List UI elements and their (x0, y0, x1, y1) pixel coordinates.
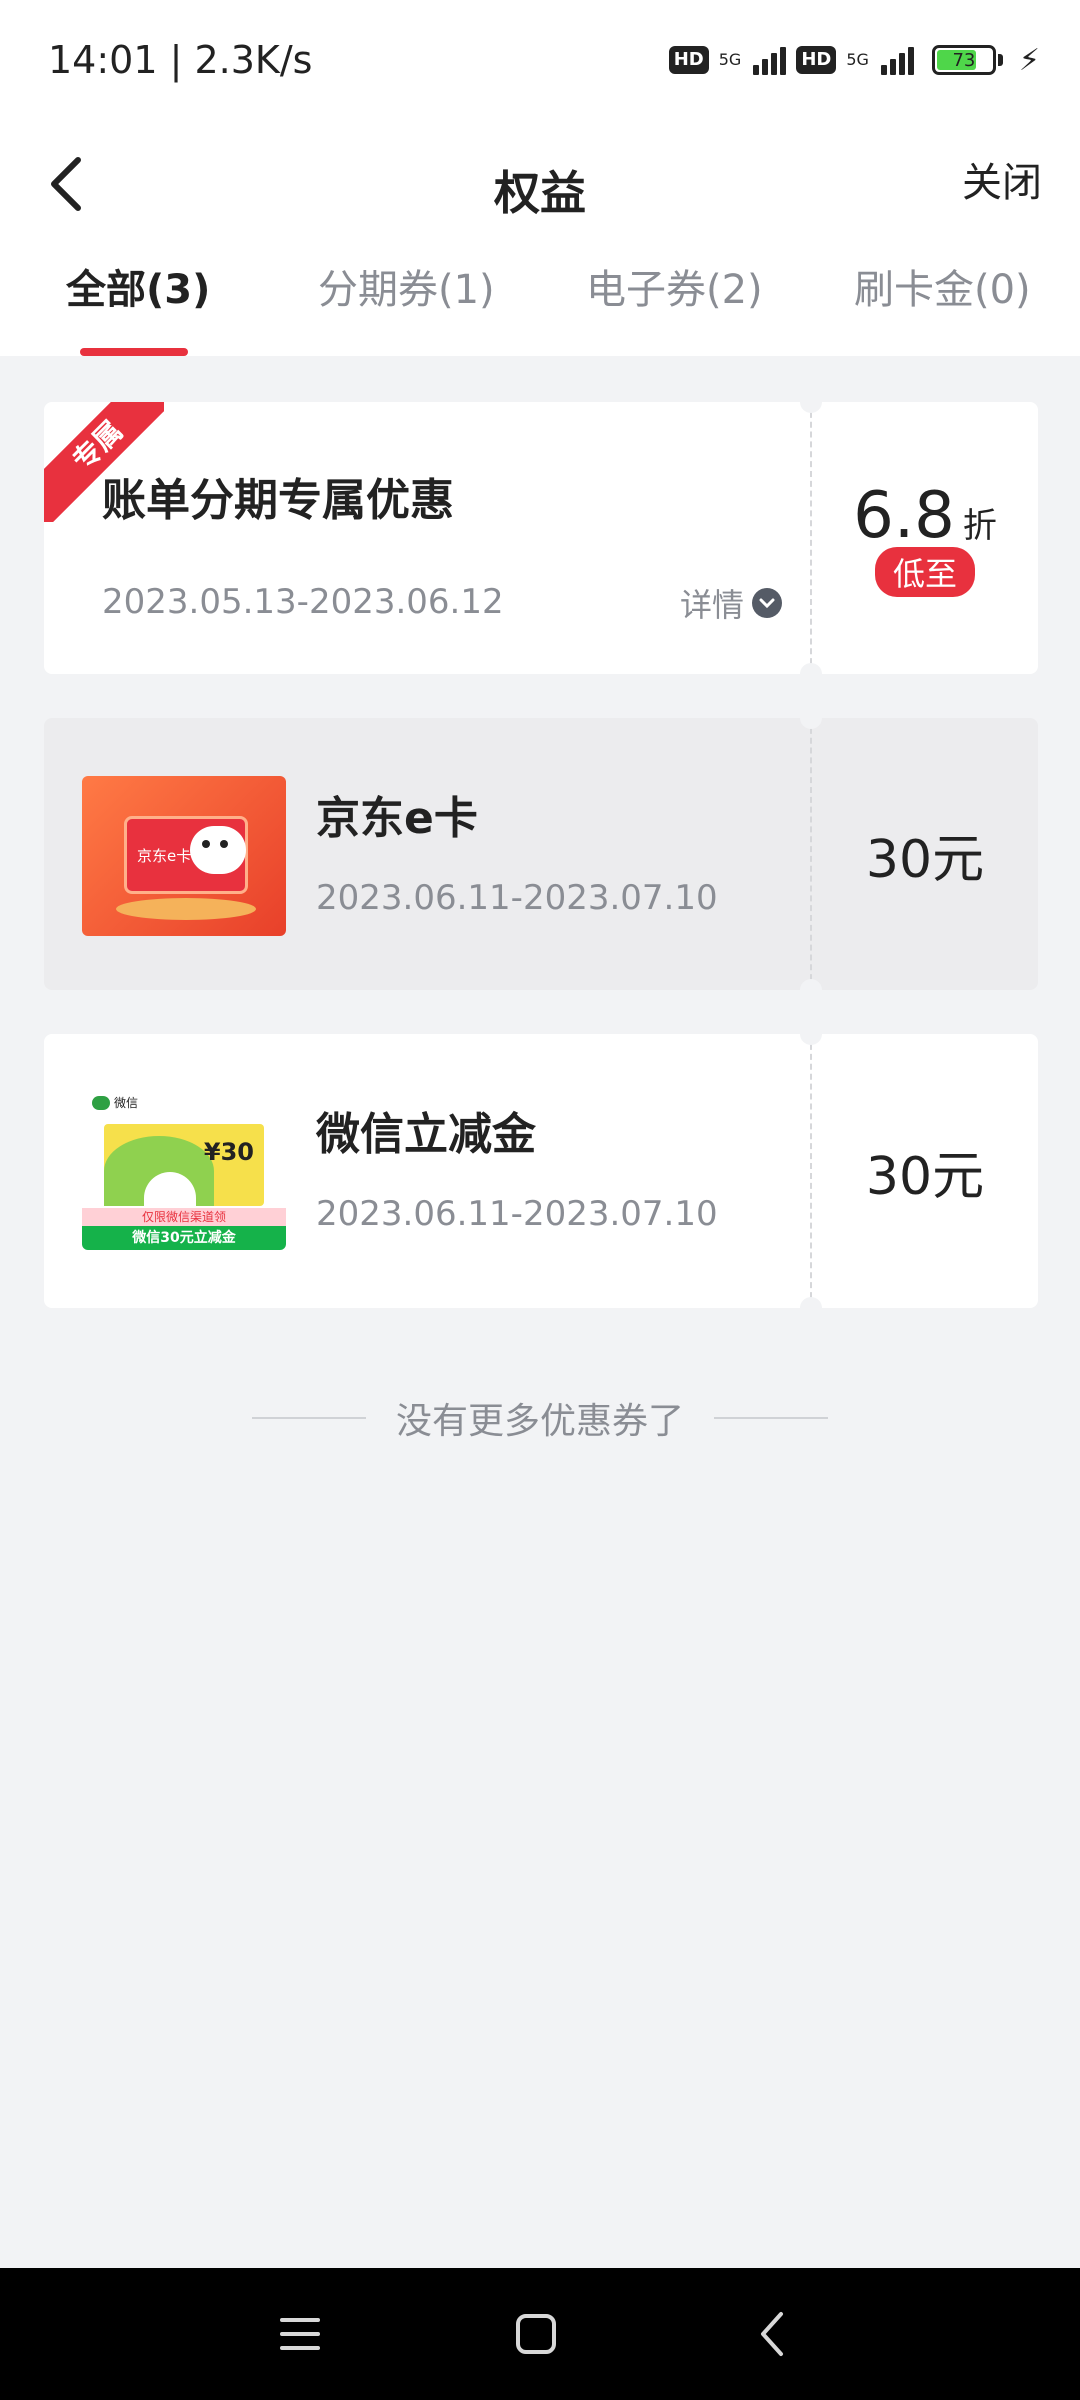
detail-button[interactable]: 详情 (680, 580, 782, 626)
wechat-amount: ¥30 (203, 1138, 254, 1166)
tab-all[interactable]: 全部(3) (66, 260, 210, 356)
divider-line (251, 1417, 366, 1419)
coupon-title: 微信立减金 (316, 1109, 536, 1160)
signal-icon (753, 45, 787, 75)
wechat-banner: 微信30元立减金 (82, 1226, 286, 1250)
min-badge: 低至 (874, 547, 975, 597)
system-nav-bar (0, 2268, 1080, 2400)
close-button[interactable]: 关闭 (962, 150, 1042, 208)
discount-value: 6.8 (853, 479, 955, 553)
network-5g-icon: 5G (718, 50, 742, 69)
jd-ecard-image: 京东e卡 (82, 776, 286, 936)
status-icons: HD 5G HD 5G 73 ⚡ (668, 42, 1040, 78)
menu-icon (280, 2318, 320, 2350)
home-icon (516, 2314, 556, 2354)
hd-icon: HD (796, 46, 837, 74)
coupon-value: 6.8 折 低至 (812, 402, 1038, 674)
detail-label: 详情 (679, 586, 744, 624)
battery-level: 73 (952, 49, 976, 71)
page-title: 权益 (494, 166, 586, 220)
home-button[interactable] (506, 2304, 566, 2364)
chevron-left-icon (51, 157, 81, 211)
coupon-date: 2023.05.13-2023.06.12 (102, 582, 504, 622)
wechat-yellow-card: ¥30 (104, 1124, 264, 1206)
charging-icon: ⚡ (1018, 42, 1040, 78)
wechat-coupon-image: 微信 ¥30 仅限微信渠道领 微信30元立减金 (82, 1090, 286, 1250)
coupon-info: 微信 ¥30 仅限微信渠道领 微信30元立减金 微信立减金 2023.06.11… (44, 1034, 810, 1308)
coupon-info: 账单分期专属优惠 2023.05.13-2023.06.12 详情 (44, 402, 810, 674)
coupon-title: 账单分期专属优惠 (102, 475, 454, 526)
coupon-value: 30元 (812, 718, 1038, 990)
coupon-date: 2023.06.11-2023.07.10 (316, 878, 718, 918)
no-more-text: 没有更多优惠券了 (395, 1401, 684, 1442)
coupon-value: 30元 (812, 1034, 1038, 1308)
coupon-card[interactable]: 专属 账单分期专属优惠 2023.05.13-2023.06.12 详情 6.8… (44, 391, 1038, 685)
coupon-card[interactable]: 微信 ¥30 仅限微信渠道领 微信30元立减金 微信立减金 2023.06.11… (44, 1023, 1038, 1319)
divider-line (714, 1417, 828, 1419)
battery-cap (997, 54, 1003, 66)
list-end-indicator: 没有更多优惠券了 (0, 1392, 1080, 1444)
status-bar: 14:01 | 2.3K/s HD 5G HD 5G 73 ⚡ (0, 0, 1080, 120)
network-5g-icon: 5G (846, 50, 869, 69)
status-time-speed: 14:01 | 2.3K/s (48, 38, 313, 82)
tab-bar: 全部(3) 分期券(1) 电子券(2) 刷卡金(0) (0, 260, 1080, 356)
coupon-title: 京东e卡 (316, 793, 478, 844)
signal-icon (880, 45, 914, 75)
active-tab-indicator (80, 348, 188, 356)
tab-card-cash[interactable]: 刷卡金(0) (854, 260, 1031, 356)
tab-installment[interactable]: 分期券(1) (318, 260, 495, 356)
coupon-date: 2023.06.11-2023.07.10 (316, 1194, 718, 1234)
tab-e-coupon[interactable]: 电子券(2) (586, 260, 763, 356)
jd-card-text: 京东e卡 (137, 847, 192, 865)
battery-icon: 73 (931, 45, 996, 75)
back-icon (761, 2312, 783, 2356)
coupon-amount: 30元 (865, 829, 985, 890)
discount-unit: 折 (962, 506, 997, 546)
system-back-button[interactable] (742, 2304, 802, 2364)
back-button[interactable] (46, 144, 106, 224)
menu-button[interactable] (270, 2304, 330, 2364)
wechat-logo: 微信 (92, 1094, 138, 1111)
discount: 6.8 折 (853, 479, 997, 553)
coupon-amount: 30元 (865, 1146, 985, 1207)
hd-icon: HD (668, 46, 709, 74)
coupon-info: 京东e卡 京东e卡 2023.06.11-2023.07.10 (44, 718, 810, 990)
chevron-down-icon (752, 588, 782, 618)
nav-bar: 权益 关闭 (0, 120, 1080, 260)
jd-pedestal (116, 898, 256, 920)
coupon-card[interactable]: 京东e卡 京东e卡 2023.06.11-2023.07.10 30元 (44, 707, 1038, 1001)
jd-mascot (190, 826, 246, 874)
wechat-note: 仅限微信渠道领 (82, 1208, 286, 1226)
